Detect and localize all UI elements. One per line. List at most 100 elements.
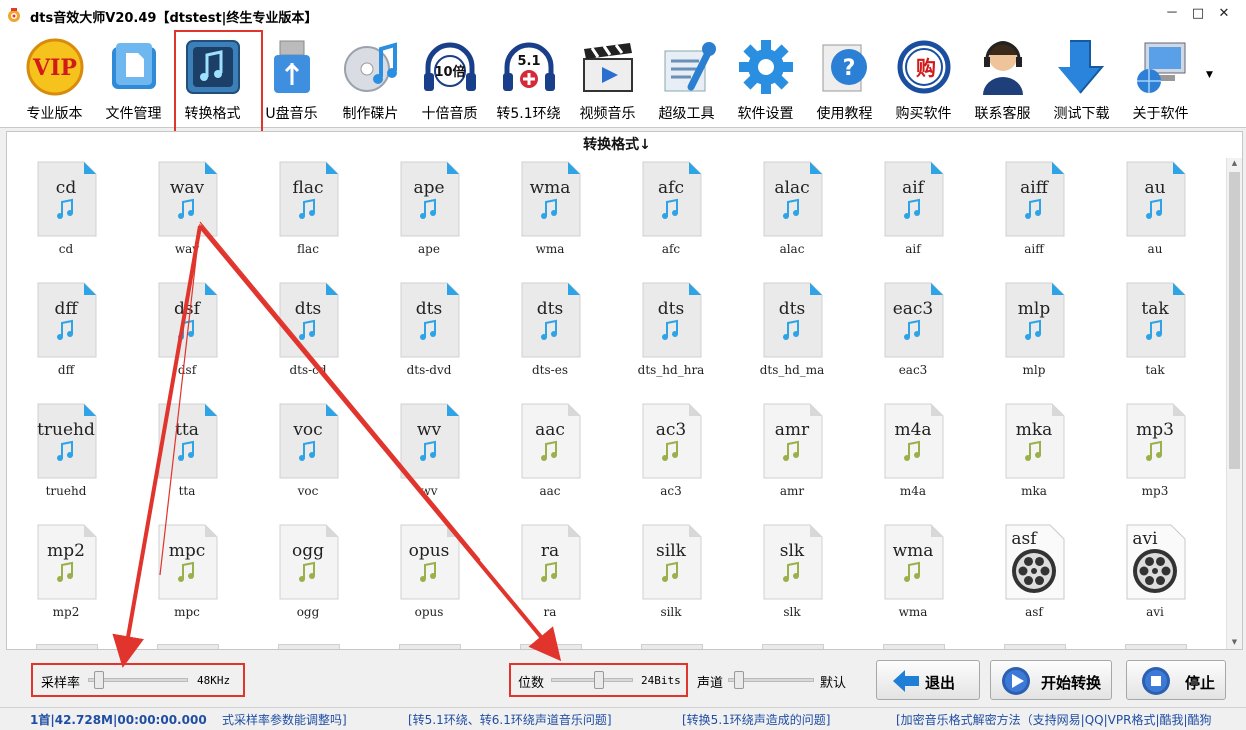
format-item-avi[interactable]: avi avi (1098, 523, 1212, 633)
partial-format-icon[interactable] (1125, 644, 1187, 649)
format-item-aiff[interactable]: aiff aiff (977, 160, 1091, 270)
play-icon (1002, 667, 1030, 695)
toolbar-item-15[interactable]: 关于软件 (1121, 30, 1200, 128)
partial-format-icon[interactable] (762, 644, 824, 649)
toolbar-item-3[interactable]: 转换格式 (173, 30, 252, 128)
status-link-sample-rate[interactable]: 式采样率参数能调整吗] (222, 711, 347, 728)
format-item-eac3[interactable]: eac3 eac3 (856, 281, 970, 391)
format-item-dff[interactable]: dff dff (9, 281, 123, 391)
format-item-cd[interactable]: cd cd (9, 160, 123, 270)
toolbar-item-1[interactable]: VIP 专业版本 (15, 30, 94, 128)
partial-format-icon[interactable] (1004, 644, 1066, 649)
exit-button[interactable]: 退出 (876, 660, 980, 700)
format-item-alac[interactable]: alac alac (735, 160, 849, 270)
format-item-ra[interactable]: ra ra (493, 523, 607, 633)
partial-format-icon[interactable] (278, 644, 340, 649)
partial-format-icon[interactable] (36, 644, 98, 649)
vertical-scrollbar[interactable]: ▲ ▼ (1226, 158, 1242, 649)
slider-thumb[interactable] (734, 671, 744, 689)
format-item-tak[interactable]: tak tak (1098, 281, 1212, 391)
format-label: dts-dvd (406, 363, 452, 377)
slider-thumb[interactable] (594, 671, 604, 689)
start-convert-button[interactable]: 开始转换 (990, 660, 1112, 700)
toolbar-item-5[interactable]: 制作碟片 (331, 30, 410, 128)
format-item-dsf[interactable]: dsf dsf (130, 281, 244, 391)
partial-format-icon[interactable] (399, 644, 461, 649)
toolbar-item-12[interactable]: 购购买软件 (884, 30, 963, 128)
format-label: asf (1025, 605, 1043, 619)
partial-format-icon[interactable] (641, 644, 703, 649)
format-item-dts-dvd[interactable]: dts dts-dvd (372, 281, 486, 391)
partial-format-icon[interactable] (157, 644, 219, 649)
status-link-surround-problem[interactable]: [转换5.1环绕声造成的问题] (682, 711, 830, 728)
bit-depth-slider[interactable] (551, 671, 633, 689)
format-item-ogg[interactable]: ogg ogg (251, 523, 365, 633)
stop-button[interactable]: 停止 (1126, 660, 1226, 700)
close-button[interactable]: ✕ (1212, 4, 1236, 24)
partial-format-icon[interactable] (883, 644, 945, 649)
svg-text:?: ? (843, 56, 856, 81)
format-item-mka[interactable]: mka mka (977, 402, 1091, 512)
toolbar-item-14[interactable]: 测试下载 (1042, 30, 1121, 128)
customer-service-icon (973, 36, 1033, 98)
format-item-wv[interactable]: wv wv (372, 402, 486, 512)
format-item-aif[interactable]: aif aif (856, 160, 970, 270)
format-label: mlp (1022, 363, 1046, 377)
sample-rate-slider[interactable] (88, 671, 188, 689)
format-item-opus[interactable]: opus opus (372, 523, 486, 633)
sample-rate-label: 采样率 (41, 676, 81, 691)
toolbar-label: 联系客服 (974, 106, 1031, 122)
music-note-convert-icon (183, 36, 243, 98)
format-item-mp2[interactable]: mp2 mp2 (9, 523, 123, 633)
scroll-thumb[interactable] (1229, 172, 1240, 469)
scroll-down-icon[interactable]: ▼ (1227, 638, 1242, 649)
format-item-ape[interactable]: ape ape (372, 160, 486, 270)
audio-file-icon: mpc (155, 523, 219, 601)
format-item-dts-cd[interactable]: dts dts-cd (251, 281, 365, 391)
format-item-dts_hd_ma[interactable]: dts dts_hd_ma (735, 281, 849, 391)
format-label: ac3 (660, 484, 682, 498)
toolbar-item-2[interactable]: 文件管理 (94, 30, 173, 128)
maximize-button[interactable]: □ (1186, 4, 1210, 24)
toolbar-item-13[interactable]: 联系客服 (963, 30, 1042, 128)
format-item-silk[interactable]: silk silk (614, 523, 728, 633)
format-item-flac[interactable]: flac flac (251, 160, 365, 270)
format-item-mpc[interactable]: mpc mpc (130, 523, 244, 633)
format-item-wav[interactable]: wav wav (130, 160, 244, 270)
channel-slider[interactable] (728, 671, 814, 689)
toolbar-item-6[interactable]: 10倍 十倍音质 (410, 30, 489, 128)
format-label: ape (418, 242, 440, 256)
toolbar-item-4[interactable]: U盘音乐 (252, 30, 331, 128)
status-link-surround[interactable]: [转5.1环绕、转6.1环绕声道音乐问题] (408, 711, 612, 728)
format-item-voc[interactable]: voc voc (251, 402, 365, 512)
format-item-dts-es[interactable]: dts dts-es (493, 281, 607, 391)
toolbar-item-7[interactable]: 5.1 转5.1环绕 (489, 30, 568, 128)
format-item-au[interactable]: au au (1098, 160, 1212, 270)
format-item-slk[interactable]: slk slk (735, 523, 849, 633)
toolbar-item-8[interactable]: 视频音乐 (568, 30, 647, 128)
format-item-wma[interactable]: wma wma (493, 160, 607, 270)
format-item-tta[interactable]: tta tta (130, 402, 244, 512)
format-item-mlp[interactable]: mlp mlp (977, 281, 1091, 391)
toolbar-item-11[interactable]: ? 使用教程 (805, 30, 884, 128)
partial-format-icon[interactable] (520, 644, 582, 649)
format-item-asf[interactable]: asf asf (977, 523, 1091, 633)
minimize-button[interactable]: － (1160, 4, 1184, 24)
format-item-dts_hd_hra[interactable]: dts dts_hd_hra (614, 281, 728, 391)
format-item-aac[interactable]: aac aac (493, 402, 607, 512)
format-item-ac3[interactable]: ac3 ac3 (614, 402, 728, 512)
format-item-m4a[interactable]: m4a m4a (856, 402, 970, 512)
format-item-amr[interactable]: amr amr (735, 402, 849, 512)
slider-thumb[interactable] (94, 671, 104, 689)
toolbar-item-9[interactable]: 超级工具 (647, 30, 726, 128)
format-item-truehd[interactable]: truehd truehd (9, 402, 123, 512)
format-item-wma[interactable]: wma wma (856, 523, 970, 633)
svg-text:10倍: 10倍 (434, 64, 465, 80)
status-link-decrypt[interactable]: [加密音乐格式解密方法（支持网易|QQ|VPR格式|酷我|酷狗 (896, 711, 1212, 728)
format-item-mp3[interactable]: mp3 mp3 (1098, 402, 1212, 512)
format-icon-text: mp2 (47, 541, 85, 561)
toolbar-overflow-icon[interactable]: ▼ (1206, 70, 1213, 80)
toolbar-item-10[interactable]: 软件设置 (726, 30, 805, 128)
scroll-up-icon[interactable]: ▲ (1227, 159, 1242, 171)
format-item-afc[interactable]: afc afc (614, 160, 728, 270)
